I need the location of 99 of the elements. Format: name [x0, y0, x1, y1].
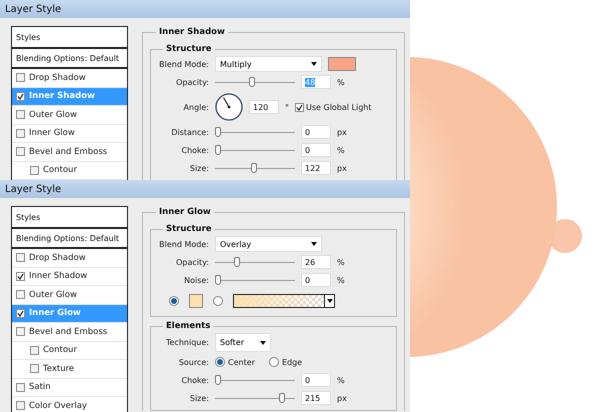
checkbox[interactable] — [16, 382, 25, 392]
checkbox[interactable] — [16, 110, 25, 120]
checkbox[interactable] — [16, 92, 25, 101]
number-field[interactable]: 0 — [301, 143, 331, 157]
radio-button[interactable] — [215, 357, 225, 367]
field-label: Size: — [188, 394, 209, 402]
number-field[interactable]: 215 — [301, 391, 331, 405]
effect-label: Texture — [43, 364, 74, 374]
effect-item[interactable]: Contour — [12, 342, 127, 360]
radio-button[interactable] — [268, 357, 279, 367]
number-field[interactable]: 0 — [301, 373, 331, 387]
effect-label: Satin — [29, 382, 51, 392]
gradient-picker[interactable] — [233, 294, 335, 308]
checkbox[interactable] — [16, 128, 25, 138]
effect-label: Inner Glow — [29, 128, 75, 138]
slider-thumb[interactable] — [249, 76, 256, 86]
effect-item[interactable]: Inner Glow — [12, 124, 127, 143]
effect-item[interactable]: Contour — [12, 162, 127, 180]
effect-label: Outer Glow — [29, 110, 77, 120]
unit-label: px — [337, 164, 347, 172]
section-title: Inner Shadow — [156, 27, 228, 37]
slider-thumb[interactable] — [215, 126, 221, 136]
angle-dial[interactable] — [215, 93, 243, 121]
field-label: Blend Mode: — [158, 240, 209, 248]
slider-thumb[interactable] — [278, 392, 285, 402]
caret-icon — [326, 299, 332, 303]
field-label: Angle: — [182, 102, 209, 112]
checkbox[interactable] — [16, 147, 25, 156]
unit-label: % — [337, 376, 345, 384]
checkbox-label: Use Global Light — [306, 102, 372, 112]
checkbox[interactable] — [16, 308, 25, 318]
slider-thumb[interactable] — [215, 374, 221, 384]
slider-thumb[interactable] — [215, 274, 221, 284]
number-field[interactable]: 120 — [249, 100, 279, 114]
unit-label: ° — [285, 102, 289, 112]
checkbox[interactable] — [16, 327, 25, 336]
effect-label: Drop Shadow — [29, 72, 86, 83]
unit-label: % — [337, 276, 345, 284]
group-title: Structure — [163, 224, 215, 234]
group-title: Elements — [163, 321, 214, 331]
field-label: Source: — [178, 358, 209, 366]
number-field[interactable]: 0 — [301, 125, 331, 139]
caret-icon — [260, 340, 266, 344]
effect-label: Contour — [43, 345, 77, 356]
number-field[interactable]: 122 — [301, 161, 331, 175]
checkbox[interactable] — [16, 253, 25, 262]
dropdown[interactable]: Softer — [215, 333, 271, 352]
caret-icon — [311, 242, 317, 246]
window-title: Layer Style — [0, 0, 410, 18]
caret-icon — [311, 62, 317, 66]
effect-item[interactable]: Satin — [12, 378, 127, 397]
color-swatch[interactable] — [328, 57, 356, 71]
slider-thumb[interactable] — [215, 144, 221, 154]
effect-label: Inner Glow — [29, 308, 81, 318]
field-label: Choke: — [180, 146, 209, 154]
checkbox[interactable] — [30, 364, 39, 374]
unit-label: % — [337, 146, 345, 154]
checkbox[interactable] — [16, 272, 25, 281]
unit-label: px — [337, 394, 347, 402]
radio-label: Center — [228, 358, 255, 366]
effect-label: Inner Shadow — [29, 271, 88, 282]
number-field[interactable]: 0 — [301, 273, 331, 287]
checkbox[interactable] — [30, 166, 39, 175]
effect-label: Bevel and Emboss — [29, 146, 108, 157]
field-label: Technique: — [165, 338, 209, 347]
field-label: Choke: — [180, 376, 209, 384]
radio-button[interactable] — [213, 296, 223, 306]
checkbox[interactable] — [295, 102, 304, 112]
checkbox[interactable] — [16, 401, 25, 410]
effect-label: Contour — [43, 165, 77, 176]
radio-button[interactable] — [169, 296, 179, 306]
dropdown[interactable]: Multiply — [215, 56, 322, 72]
effect-label: Drop Shadow — [29, 252, 86, 263]
dropdown[interactable]: Overlay — [215, 236, 322, 252]
effect-item[interactable]: Inner Shadow — [12, 268, 127, 286]
checkbox[interactable] — [30, 346, 39, 355]
section-title: Inner Glow — [156, 207, 214, 217]
field-label: Noise: — [183, 276, 209, 284]
radio-label: Edge — [282, 358, 302, 366]
slider-thumb[interactable] — [251, 162, 258, 172]
effect-label: Inner Shadow — [29, 91, 95, 102]
number-field[interactable]: 26 — [301, 255, 331, 269]
effect-label: Color Overlay — [29, 400, 87, 411]
field-label: Opacity: — [175, 78, 209, 86]
checkbox[interactable] — [16, 73, 25, 82]
effect-label: Outer Glow — [29, 290, 77, 300]
unit-label: % — [337, 78, 345, 86]
effect-label: Bevel and Emboss — [29, 326, 108, 337]
checkbox[interactable] — [16, 290, 25, 300]
field-label: Opacity: — [175, 258, 209, 266]
group-title: Structure — [163, 44, 215, 54]
window-title: Layer Style — [0, 180, 410, 198]
field-label: Size: — [188, 164, 209, 172]
unit-label: px — [337, 128, 347, 136]
slider-thumb[interactable] — [234, 256, 240, 266]
color-swatch[interactable] — [189, 294, 203, 308]
field-label: Blend Mode: — [158, 60, 209, 68]
unit-label: % — [337, 258, 345, 266]
field-label: Distance: — [170, 128, 209, 136]
